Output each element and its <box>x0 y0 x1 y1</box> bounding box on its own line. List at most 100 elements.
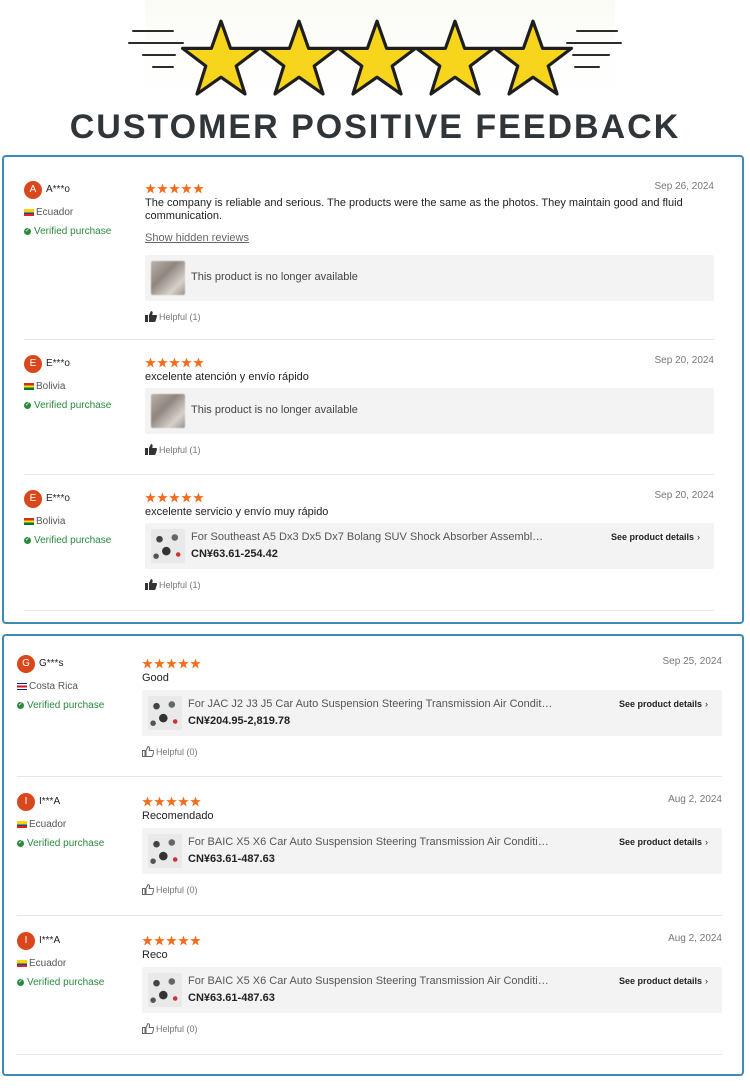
product-title: For BAIC X5 X6 Car Auto Suspension Steer… <box>188 975 553 987</box>
review-item: E E***o Bolivia ✓ Verified purchase Sep 2… <box>4 340 742 475</box>
avatar: I <box>17 793 35 811</box>
reviewer-country: Costa Rica <box>17 681 78 692</box>
see-product-details-link[interactable]: See product details › <box>611 532 700 542</box>
helpful-button[interactable]: Helpful (0) <box>142 745 198 757</box>
rating-star-icon <box>157 183 168 194</box>
thumbs-up-icon <box>145 579 158 590</box>
thumbs-up-outline-icon <box>142 1022 155 1034</box>
reviewer-name: I***A <box>39 796 61 807</box>
flag-ecuador-icon <box>24 208 34 216</box>
rating-star-icon <box>142 658 153 669</box>
verified-label: Verified purchase <box>34 535 112 546</box>
chevron-right-icon: › <box>705 976 708 986</box>
big-star-icon <box>493 19 573 96</box>
reviewer-country: Bolivia <box>24 516 65 527</box>
product-thumbnail <box>151 394 185 428</box>
helpful-button[interactable]: Helpful (1) <box>145 311 201 322</box>
product-title: For BAIC X5 X6 Car Auto Suspension Steer… <box>188 836 553 848</box>
product-card[interactable]: This product is no longer available <box>145 255 714 301</box>
reviewer-name: G***s <box>39 658 64 669</box>
product-thumbnail <box>148 834 182 868</box>
review-text: Good <box>142 672 169 684</box>
see-product-details-link[interactable]: See product details › <box>619 699 708 709</box>
helpful-button[interactable]: Helpful (1) <box>145 444 201 455</box>
avatar: A <box>24 181 42 199</box>
helpful-label: Helpful (0) <box>156 1024 198 1034</box>
rating-star-icon <box>166 658 177 669</box>
rating-star-icon <box>142 796 153 807</box>
rating-star-icon <box>193 357 204 368</box>
review-date: Sep 25, 2024 <box>662 656 723 667</box>
reviewer-name: E***o <box>46 358 70 369</box>
see-product-details-link[interactable]: See product details › <box>619 976 708 986</box>
big-star-icon <box>259 19 339 96</box>
reviewer-name: A***o <box>46 184 70 195</box>
rating-star-icon <box>181 357 192 368</box>
rating-star-icon <box>157 357 168 368</box>
see-product-details-link[interactable]: See product details › <box>619 837 708 847</box>
product-card[interactable]: For Southeast A5 Dx3 Dx5 Dx7 Bolang SUV … <box>145 523 714 569</box>
helpful-button[interactable]: Helpful (0) <box>142 1022 198 1034</box>
review-text: excelente atención y envío rápido <box>145 371 309 383</box>
reviewer-name: E***o <box>46 493 70 504</box>
details-label: See product details <box>618 699 702 709</box>
review-divider <box>17 1054 722 1055</box>
check-icon: ✓ <box>24 401 31 409</box>
big-star-icon <box>337 19 417 96</box>
country-label: Bolivia <box>36 516 66 527</box>
verified-label: Verified purchase <box>27 700 105 711</box>
review-date: Aug 2, 2024 <box>668 933 722 944</box>
verified-badge: ✓ Verified purchase <box>17 977 104 988</box>
review-item: G G***s Costa Rica ✓ Verified purchase Se… <box>4 636 742 777</box>
product-thumbnail <box>151 529 185 563</box>
thumbs-up-icon <box>145 311 158 322</box>
review-text: excelente servicio y envío muy rápido <box>145 506 329 518</box>
product-thumbnail <box>148 973 182 1007</box>
avatar: I <box>17 932 35 950</box>
rating-star-icon <box>154 796 165 807</box>
rating-star-icon <box>166 935 177 946</box>
review-item: I I***A Ecuador ✓ Verified purchase Aug 2… <box>4 777 742 916</box>
verified-label: Verified purchase <box>34 226 112 237</box>
verified-label: Verified purchase <box>27 838 105 849</box>
helpful-label: Helpful (0) <box>156 885 198 895</box>
feedback-header: CUSTOMER POSITIVE FEEDBACK <box>0 0 750 152</box>
rating-star-icon <box>190 935 201 946</box>
reviewer-country: Ecuador <box>24 207 73 218</box>
chevron-right-icon: › <box>697 532 700 542</box>
reviewer-country: Bolivia <box>24 381 65 392</box>
verified-badge: ✓ Verified purchase <box>24 226 111 237</box>
flag-bolivia-icon <box>24 517 34 525</box>
rating-star-icon <box>181 183 192 194</box>
chevron-right-icon: › <box>705 837 708 847</box>
thumbs-up-outline-icon <box>142 745 155 757</box>
review-date: Sep 20, 2024 <box>654 490 715 501</box>
product-card[interactable]: For JAC J2 J3 J5 Car Auto Suspension Ste… <box>142 690 722 736</box>
verified-badge: ✓ Verified purchase <box>24 400 111 411</box>
country-label: Ecuador <box>29 819 67 830</box>
rating-star-icon <box>145 492 156 503</box>
avatar: E <box>24 355 42 373</box>
verified-label: Verified purchase <box>27 977 105 988</box>
helpful-label: Helpful (1) <box>159 580 201 590</box>
product-card[interactable]: For BAIC X5 X6 Car Auto Suspension Steer… <box>142 828 722 874</box>
show-hidden-reviews-link[interactable]: Show hidden reviews <box>145 232 249 244</box>
helpful-button[interactable]: Helpful (0) <box>142 883 198 895</box>
check-icon: ✓ <box>24 536 31 544</box>
rating-stars <box>145 181 205 194</box>
rating-star-icon <box>190 796 201 807</box>
rating-stars <box>142 656 202 669</box>
rating-star-icon <box>154 658 165 669</box>
helpful-label: Helpful (0) <box>156 747 198 757</box>
product-price: CN¥63.61-487.63 <box>188 853 275 865</box>
rating-star-icon <box>145 183 156 194</box>
reviewer-name: I***A <box>39 935 61 946</box>
reviews-panel-2: G G***s Costa Rica ✓ Verified purchase Se… <box>2 634 744 1076</box>
big-star-icon <box>181 19 261 96</box>
verified-label: Verified purchase <box>34 400 112 411</box>
product-card[interactable]: This product is no longer available <box>145 388 714 434</box>
rating-star-icon <box>169 357 180 368</box>
helpful-button[interactable]: Helpful (1) <box>145 579 201 590</box>
product-card[interactable]: For BAIC X5 X6 Car Auto Suspension Steer… <box>142 967 722 1013</box>
review-text: Reco <box>142 949 168 961</box>
